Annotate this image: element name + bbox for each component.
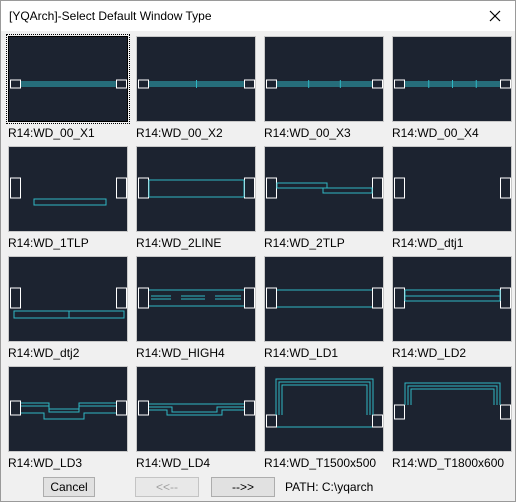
window-type-label: R14:WD_LD3 (8, 456, 83, 470)
window-type-preview[interactable] (264, 256, 384, 342)
window-type-item[interactable]: R14:WD_LD2 (392, 256, 514, 362)
window-title: [YQArch]-Select Default Window Type (9, 9, 212, 23)
window-type-label: R14:WD_2TLP (264, 236, 345, 250)
window-drawing (266, 378, 383, 428)
window-type-label: R14:WD_2LINE (136, 236, 222, 250)
window-type-preview[interactable] (136, 366, 256, 452)
next-page-button[interactable]: -->> (211, 477, 275, 497)
window-drawing (138, 287, 255, 309)
window-type-label: R14:WD_LD2 (392, 346, 467, 360)
window-drawing (10, 177, 127, 206)
window-type-preview[interactable] (8, 366, 128, 452)
window-type-preview[interactable] (136, 36, 256, 122)
close-icon (489, 10, 501, 22)
cancel-button[interactable]: Cancel (43, 477, 95, 497)
window-type-item[interactable]: R14:WD_1TLP (8, 146, 130, 252)
window-type-item[interactable]: R14:WD_00_X4 (392, 36, 514, 142)
prev-page-button[interactable]: <<-- (135, 477, 199, 497)
window-drawing (266, 287, 383, 309)
window-drawing (10, 79, 127, 89)
title-bar: [YQArch]-Select Default Window Type (1, 1, 515, 31)
window-type-preview[interactable] (392, 36, 512, 122)
window-type-label: R14:WD_00_X4 (392, 126, 479, 140)
window-type-label: R14:WD_dtj2 (8, 346, 80, 360)
window-type-item[interactable]: R14:WD_LD1 (264, 256, 386, 362)
window-type-label: R14:WD_00_X2 (136, 126, 223, 140)
window-drawing (138, 400, 255, 416)
window-type-item[interactable]: R14:WD_T1800x600 (392, 366, 514, 472)
window-type-item[interactable]: R14:WD_00_X3 (264, 36, 386, 142)
window-type-label: R14:WD_LD1 (264, 346, 339, 360)
window-type-preview[interactable] (392, 366, 512, 452)
window-drawing (266, 177, 383, 199)
window-type-preview[interactable] (136, 256, 256, 342)
window-drawing (138, 177, 255, 199)
close-button[interactable] (475, 1, 515, 31)
window-type-label: R14:WD_1TLP (8, 236, 89, 250)
window-type-label: R14:WD_00_X1 (8, 126, 95, 140)
window-drawing (138, 79, 255, 89)
window-type-item[interactable]: R14:WD_00_X2 (136, 36, 258, 142)
window-type-preview[interactable] (136, 146, 256, 232)
window-type-item[interactable]: R14:WD_LD4 (136, 366, 258, 472)
window-type-label: R14:WD_LD4 (136, 456, 211, 470)
window-drawing (394, 177, 511, 199)
window-type-label: R14:WD_HIGH4 (136, 346, 225, 360)
window-type-preview[interactable] (264, 366, 384, 452)
window-drawing (394, 79, 511, 89)
window-type-item[interactable]: R14:WD_dtj2 (8, 256, 130, 362)
window-type-preview[interactable] (264, 146, 384, 232)
window-drawing (266, 79, 383, 89)
window-type-preview[interactable] (392, 146, 512, 232)
window-type-item[interactable]: R14:WD_2TLP (264, 146, 386, 252)
window-type-item[interactable]: R14:WD_HIGH4 (136, 256, 258, 362)
window-drawing (10, 287, 127, 319)
dialog-window: [YQArch]-Select Default Window Type R14:… (0, 0, 516, 502)
window-type-label: R14:WD_T1500x500 (264, 456, 377, 470)
window-type-label: R14:WD_T1800x600 (392, 456, 505, 470)
window-type-preview[interactable] (264, 36, 384, 122)
window-type-label: R14:WD_dtj1 (392, 236, 464, 250)
window-type-item[interactable]: R14:WD_00_X1 (6, 34, 130, 142)
window-type-preview[interactable] (6, 34, 130, 124)
window-type-grid: R14:WD_00_X1 R14:WD_00_X2 R14:WD_00_X3 R14:… (1, 33, 515, 472)
window-type-item[interactable]: R14:WD_T1500x500 (264, 366, 386, 472)
window-type-label: R14:WD_00_X3 (264, 126, 351, 140)
window-drawing (394, 382, 511, 420)
window-drawing (10, 400, 127, 420)
path-label: PATH: C:\yqarch (285, 480, 374, 494)
window-type-item[interactable]: R14:WD_LD3 (8, 366, 130, 472)
window-type-preview[interactable] (392, 256, 512, 342)
window-type-item[interactable]: R14:WD_dtj1 (392, 146, 514, 252)
window-type-preview[interactable] (8, 146, 128, 232)
window-drawing (394, 287, 511, 309)
window-type-preview[interactable] (8, 256, 128, 342)
window-type-item[interactable]: R14:WD_2LINE (136, 146, 258, 252)
